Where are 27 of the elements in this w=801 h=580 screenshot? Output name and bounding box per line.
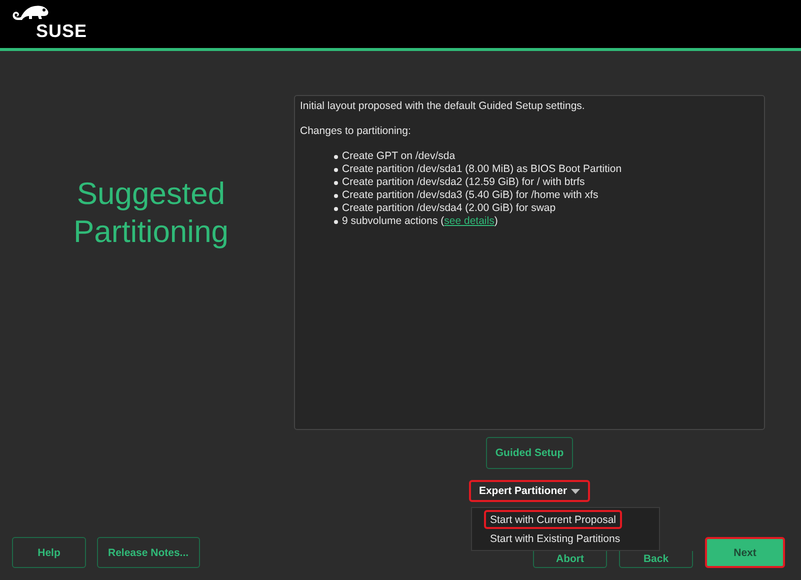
change-item: Create partition /dev/sda3 (5.40 GiB) for /home with xfs	[342, 189, 598, 202]
back-button[interactable]: Back	[619, 551, 693, 568]
abort-button[interactable]: Abort	[533, 551, 607, 568]
expert-partitioner-button[interactable]: Expert Partitioner	[468, 480, 590, 502]
bullet-icon	[334, 194, 338, 198]
bullet-icon	[334, 220, 338, 224]
change-item: Create partition /dev/sda1 (8.00 MiB) as BIOS Boot Partition	[342, 163, 622, 176]
page-title: Suggested Partitioning	[72, 175, 230, 251]
summary-intro: Initial layout proposed with the default Guided Setup settings.	[300, 100, 586, 113]
help-button[interactable]: Help	[12, 537, 86, 568]
bullet-icon	[334, 155, 338, 159]
logo-text: SUSE	[36, 22, 88, 40]
bullet-icon	[334, 181, 338, 185]
change-item: Create partition /dev/sda2 (12.59 GiB) for / with btrfs	[342, 176, 585, 189]
bullet-icon	[334, 207, 338, 211]
next-button[interactable]: Next	[705, 537, 785, 568]
change-item: Create partition /dev/sda4 (2.00 GiB) for swap	[342, 202, 556, 215]
bullet-icon	[334, 168, 338, 172]
menu-item[interactable]: Start with Current Proposal	[484, 510, 622, 529]
change-item: 9 subvolume actions (see details)	[342, 215, 498, 228]
summary-heading: Changes to partitioning:	[300, 125, 412, 138]
change-item: Create GPT on /dev/sda	[342, 150, 456, 163]
guided-setup-button[interactable]: Guided Setup	[486, 437, 573, 469]
release-notes-button[interactable]: Release Notes...	[97, 537, 200, 568]
menu-item[interactable]: Start with Existing Partitions	[484, 529, 626, 548]
details-link[interactable]: see details	[444, 215, 494, 227]
caret-icon	[571, 488, 580, 494]
